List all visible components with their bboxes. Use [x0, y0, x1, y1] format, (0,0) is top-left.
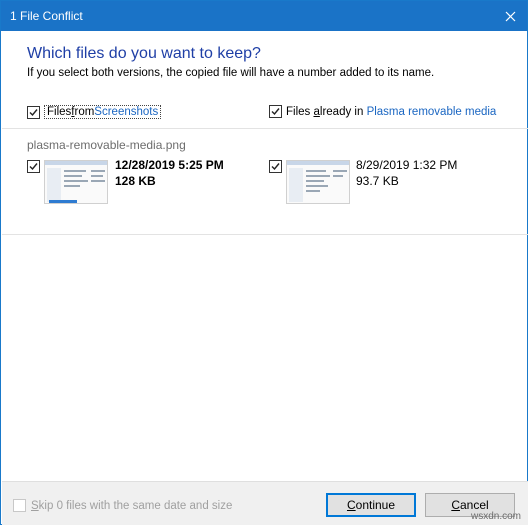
dialog-heading: Which files do you want to keep? — [27, 45, 261, 62]
destination-file-info: 8/29/2019 1:32 PM 93.7 KB — [356, 157, 457, 189]
checkmark-icon — [271, 163, 280, 171]
close-button[interactable] — [493, 1, 527, 31]
dialog-subtext: If you select both versions, the copied … — [27, 67, 435, 79]
files-from-source-label[interactable]: Files f rom Screenshots — [44, 105, 162, 119]
close-icon — [505, 11, 515, 21]
checkmark-icon — [29, 163, 38, 171]
source-file-info: 12/28/2019 5:25 PM 128 KB — [115, 157, 224, 189]
files-already-in-destination-option[interactable]: Files already in Plasma removable media — [269, 105, 496, 118]
files-from-source-checkbox[interactable] — [27, 105, 40, 119]
header-divider — [2, 128, 528, 129]
checkmark-icon — [271, 108, 280, 116]
watermark: wsxdn.com — [470, 511, 521, 522]
conflict-file-name: plasma-removable-media.png — [27, 138, 186, 152]
keep-destination-version-checkbox[interactable] — [269, 160, 282, 173]
keep-source-version-checkbox[interactable] — [27, 160, 40, 173]
files-already-in-destination-checkbox[interactable] — [269, 105, 282, 118]
checkmark-icon — [29, 108, 38, 116]
skip-same-files-checkbox[interactable] — [13, 499, 26, 512]
skip-same-files-option[interactable]: Skip 0 files with the same date and size — [13, 499, 232, 512]
destination-file-date: 8/29/2019 1:32 PM — [356, 158, 458, 172]
skip-same-files-label[interactable]: Skip 0 files with the same date and size — [31, 500, 232, 512]
destination-name: Plasma removable media — [366, 105, 497, 118]
source-file-date: 12/28/2019 5:25 PM — [115, 158, 224, 172]
source-file-thumbnail[interactable] — [44, 160, 108, 204]
source-file-size: 128 KB — [115, 174, 156, 188]
files-from-source-option[interactable]: Files f rom Screenshots — [27, 105, 162, 119]
destination-file-thumbnail[interactable] — [286, 160, 350, 204]
destination-file-size: 93.7 KB — [356, 174, 399, 188]
source-folder-name: Screenshots — [94, 106, 159, 118]
file-list-divider — [2, 234, 528, 235]
continue-button[interactable]: Continue — [326, 493, 416, 517]
files-already-in-destination-label[interactable]: Files already in Plasma removable media — [286, 106, 496, 118]
window-title: 1 File Conflict — [10, 9, 83, 23]
file-conflict-dialog: 1 File Conflict Which files do you want … — [0, 0, 528, 525]
dialog-footer: Skip 0 files with the same date and size… — [2, 481, 528, 525]
title-bar: 1 File Conflict — [1, 1, 527, 31]
